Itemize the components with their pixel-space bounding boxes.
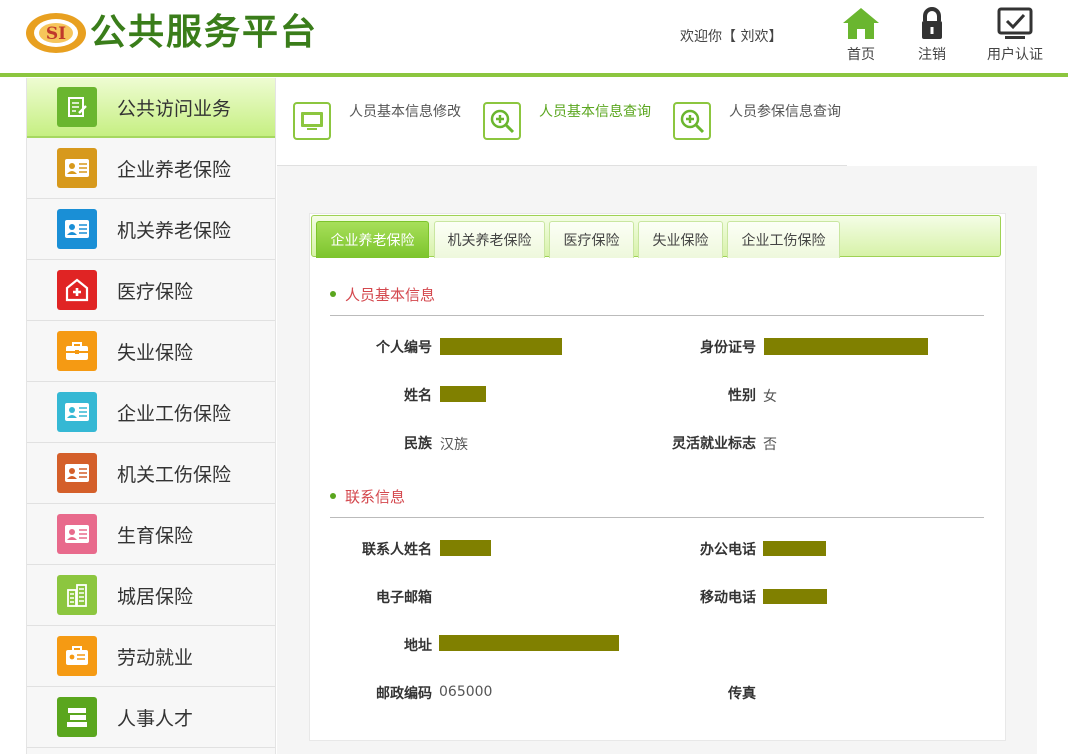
tab-enterprise-pension[interactable]: 企业养老保险 xyxy=(316,221,429,258)
sidebar-item-label: 失业保险 xyxy=(117,341,194,364)
id-card-icon xyxy=(57,514,97,554)
logout-button[interactable]: 注销 xyxy=(897,6,967,64)
name-redacted xyxy=(440,386,486,402)
welcome-text: 欢迎你【 刘欢】 xyxy=(680,29,783,45)
fax-label: 传真 xyxy=(728,686,756,702)
postcode-value: 065000 xyxy=(439,684,493,700)
sidebar-item-label: 医疗保险 xyxy=(117,280,194,303)
header-divider xyxy=(0,73,1068,77)
lock-icon xyxy=(912,6,952,42)
address-label: 地址 xyxy=(404,638,432,654)
home-label: 首页 xyxy=(847,47,875,63)
briefcase-card-icon xyxy=(57,636,97,676)
section-title-basic-info: 人员基本信息 xyxy=(330,284,435,305)
tab-medical-insurance[interactable]: 医疗保险 xyxy=(549,221,634,258)
office-phone-redacted xyxy=(763,541,826,556)
function-bar: 人员基本信息修改 人员基本信息查询 人员参保信息查询 xyxy=(277,78,847,166)
sidebar-item-label: 企业养老保险 xyxy=(117,158,232,181)
monitor-icon xyxy=(293,102,331,140)
section-divider xyxy=(330,315,984,316)
sidebar-item-label: 生育保险 xyxy=(117,524,194,547)
idcard-redacted xyxy=(764,338,928,355)
flexible-employment-value: 否 xyxy=(763,437,777,453)
contact-name-redacted xyxy=(440,540,491,556)
sidebar-item-labor-employment[interactable]: 劳动就业 xyxy=(27,626,275,687)
person-id-redacted xyxy=(440,338,562,355)
id-card-icon xyxy=(57,148,97,188)
name-label: 姓名 xyxy=(404,388,432,404)
sidebar-item-medical-insurance[interactable]: 医疗保险 xyxy=(27,260,275,321)
office-phone-label: 办公电话 xyxy=(700,542,756,558)
gender-label: 性别 xyxy=(728,388,756,404)
monitor-check-icon xyxy=(995,6,1035,42)
sidebar-item-label: 企业工伤保险 xyxy=(117,402,232,425)
zoom-in-icon xyxy=(673,102,711,140)
user-auth-label: 用户认证 xyxy=(987,47,1043,63)
idcard-label: 身份证号 xyxy=(700,340,756,356)
tab-government-pension[interactable]: 机关养老保险 xyxy=(434,221,545,258)
id-card-icon xyxy=(57,209,97,249)
query-insurance-info-button[interactable]: 人员参保信息查询 xyxy=(673,102,841,140)
section-title-contact-info: 联系信息 xyxy=(330,486,405,507)
logo: SI xyxy=(24,11,88,55)
sidebar-item-label: 机关养老保险 xyxy=(117,219,232,242)
tab-unemployment[interactable]: 失业保险 xyxy=(638,221,723,258)
function-label: 人员基本信息修改 xyxy=(349,104,461,120)
sidebar-item-unemployment[interactable]: 失业保险 xyxy=(27,321,275,382)
buildings-icon xyxy=(57,575,97,615)
section-divider xyxy=(330,517,984,518)
sidebar-item-urban-resident[interactable]: 城居保险 xyxy=(27,565,275,626)
address-redacted xyxy=(439,635,619,651)
contact-name-label: 联系人姓名 xyxy=(362,542,432,558)
page-header: SI 公共服务平台 欢迎你【 刘欢】 首页 注销 用户认证 xyxy=(0,0,1068,73)
sidebar-item-label: 公共访问业务 xyxy=(117,97,232,120)
ethnicity-value: 汉族 xyxy=(440,437,468,453)
postcode-label: 邮政编码 xyxy=(376,686,432,702)
tab-enterprise-injury[interactable]: 企业工伤保险 xyxy=(727,221,840,258)
sidebar-item-maternity[interactable]: 生育保险 xyxy=(27,504,275,565)
mobile-phone-label: 移动电话 xyxy=(700,590,756,606)
email-label: 电子邮箱 xyxy=(376,590,432,606)
query-basic-info-button[interactable]: 人员基本信息查询 xyxy=(483,102,651,140)
sidebar-item-label: 城居保险 xyxy=(117,585,194,608)
gender-value: 女 xyxy=(763,389,777,405)
sidebar: 公共访问业务 企业养老保险 机关养老保险 医疗保险 失业保险 企业工伤保险 机关… xyxy=(26,78,276,754)
sidebar-item-label: 劳动就业 xyxy=(117,646,194,669)
sidebar-item-label: 人事人才 xyxy=(117,707,194,730)
user-auth-button[interactable]: 用户认证 xyxy=(980,6,1050,64)
home-button[interactable]: 首页 xyxy=(826,6,896,64)
zoom-in-icon xyxy=(483,102,521,140)
hospital-icon xyxy=(57,270,97,310)
sidebar-item-enterprise-injury[interactable]: 企业工伤保险 xyxy=(27,382,275,443)
document-edit-icon xyxy=(57,87,97,127)
sidebar-item-government-pension[interactable]: 机关养老保险 xyxy=(27,199,275,260)
logout-label: 注销 xyxy=(918,47,946,63)
function-label: 人员基本信息查询 xyxy=(539,104,651,120)
sidebar-item-enterprise-pension[interactable]: 企业养老保险 xyxy=(27,138,275,199)
sidebar-item-government-injury[interactable]: 机关工伤保险 xyxy=(27,443,275,504)
briefcase-icon xyxy=(57,331,97,371)
ethnicity-label: 民族 xyxy=(404,436,432,452)
app-title: 公共服务平台 xyxy=(90,12,319,53)
books-icon xyxy=(57,697,97,737)
home-icon xyxy=(841,6,881,42)
logo-text: SI xyxy=(46,24,66,44)
flexible-employment-label: 灵活就业标志 xyxy=(672,436,756,452)
sidebar-item-personnel[interactable]: 人事人才 xyxy=(27,687,275,748)
sidebar-item-public-access[interactable]: 公共访问业务 xyxy=(27,78,275,138)
id-card-icon xyxy=(57,453,97,493)
mobile-phone-redacted xyxy=(763,589,827,604)
edit-basic-info-button[interactable]: 人员基本信息修改 xyxy=(293,102,461,140)
sidebar-item-label: 机关工伤保险 xyxy=(117,463,232,486)
person-id-label: 个人编号 xyxy=(376,340,432,356)
id-card-icon xyxy=(57,392,97,432)
function-label: 人员参保信息查询 xyxy=(729,104,841,120)
